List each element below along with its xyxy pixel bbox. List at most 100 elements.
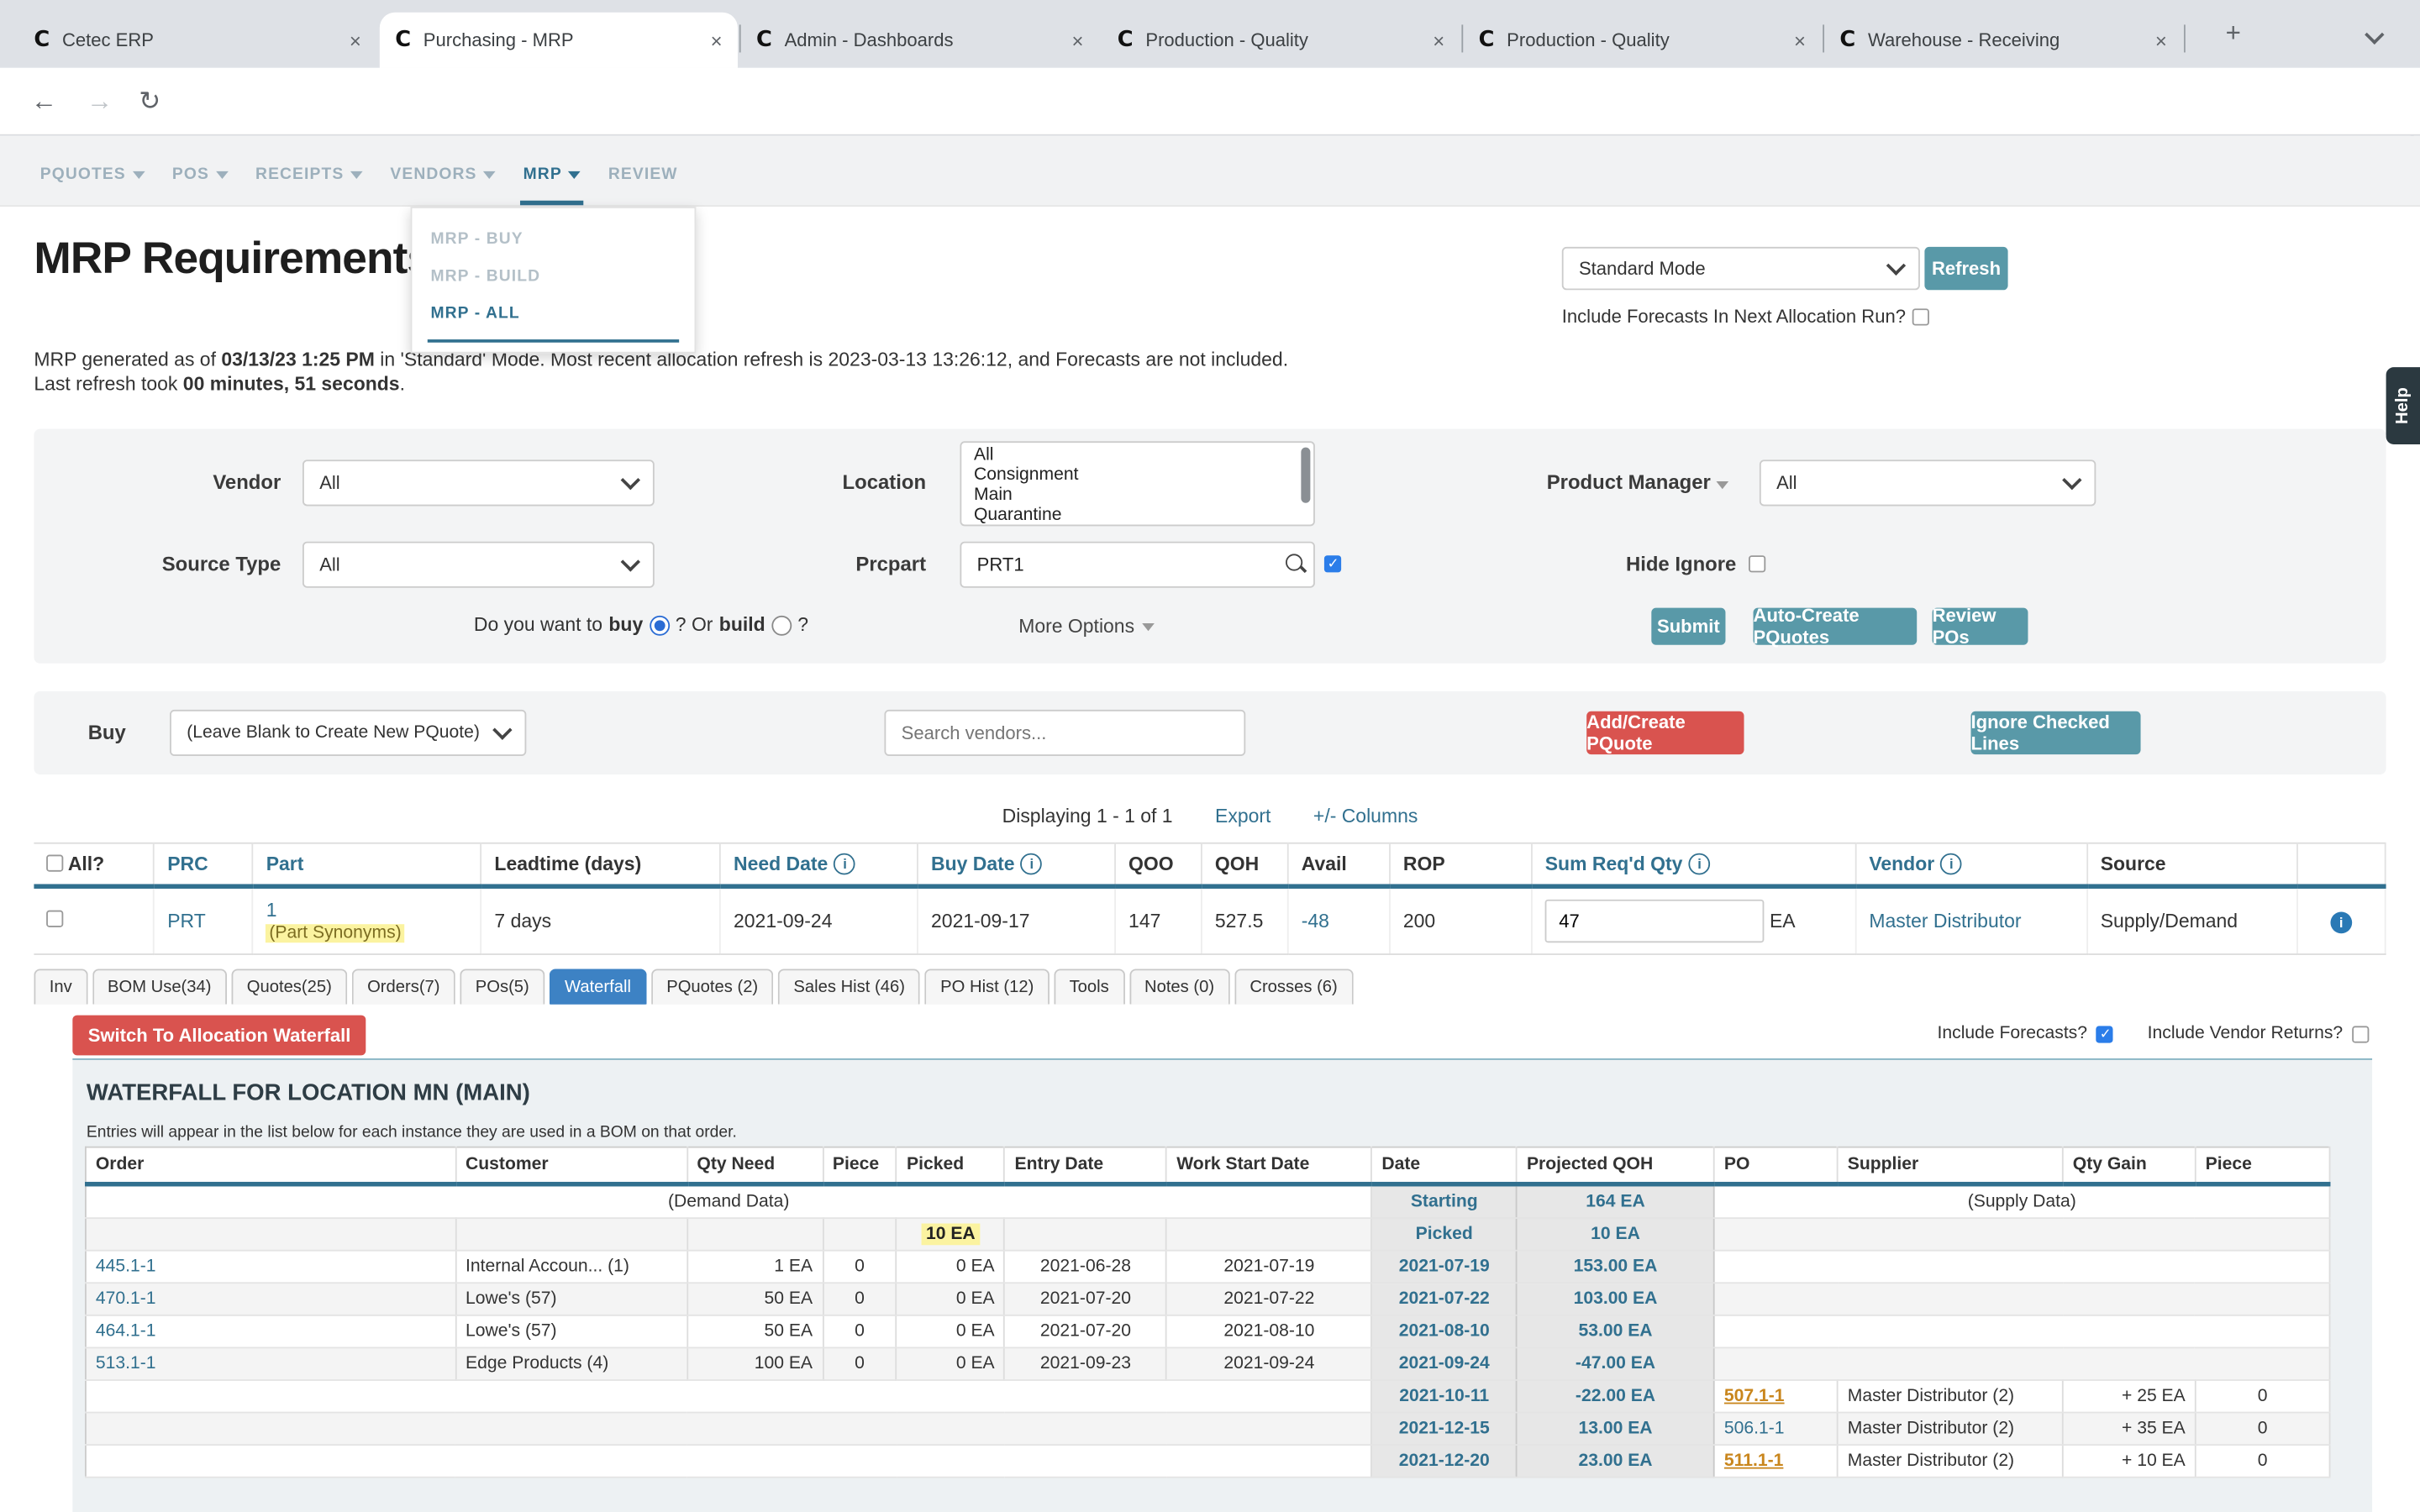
po-link[interactable]: 511.1-1 [1724, 1452, 1783, 1470]
buy-date-header[interactable]: Buy Datei [918, 843, 1115, 886]
tab-po-hist[interactable]: PO Hist (12) [925, 969, 1050, 1004]
info-icon[interactable]: i [834, 853, 856, 875]
nav-pos[interactable]: POS [169, 165, 230, 206]
tab-crosses[interactable]: Crosses (6) [1234, 969, 1353, 1004]
columns-link[interactable]: +/- Columns [1313, 806, 1418, 827]
location-scrollbar-thumb[interactable] [1301, 448, 1310, 503]
tab-orders[interactable]: Orders(7) [352, 969, 455, 1004]
auto-create-pquotes-button[interactable]: Auto-Create PQuotes [1754, 608, 1918, 645]
order-link[interactable]: 513.1-1 [96, 1355, 156, 1373]
tab-close-icon[interactable]: × [1433, 29, 1444, 52]
browser-tab[interactable]: C Warehouse - Receiving × [1824, 13, 2182, 68]
nav-mrp[interactable]: MRP [520, 165, 584, 206]
prc-link[interactable]: PRT [167, 911, 206, 932]
tab-pquotes[interactable]: PQuotes (2) [651, 969, 774, 1004]
browser-tab[interactable]: C Production - Quality × [1463, 13, 1821, 68]
sum-req-qty-input[interactable] [1545, 900, 1765, 942]
tab-close-icon[interactable]: × [350, 29, 361, 52]
browser-tab[interactable]: C Cetec ERP × [18, 13, 376, 68]
tab-close-icon[interactable]: × [1071, 29, 1083, 52]
tab-close-icon[interactable]: × [2155, 29, 2167, 52]
reload-icon[interactable]: ↻ [139, 87, 160, 118]
add-create-pquote-button[interactable]: Add/Create PQuote [1586, 711, 1744, 754]
browser-tab-active[interactable]: C Purchasing - MRP × [380, 13, 738, 68]
hide-ignore-checkbox[interactable] [1749, 555, 1765, 572]
product-manager-select[interactable]: All [1760, 459, 2096, 506]
tab-search-chevron-icon[interactable] [2368, 22, 2382, 50]
tab-inv[interactable]: Inv [34, 969, 87, 1004]
leadtime-cell: 7 days [481, 886, 721, 954]
order-link[interactable]: 445.1-1 [96, 1257, 156, 1276]
nav-pquotes[interactable]: PQUOTES [37, 165, 147, 206]
po-link[interactable]: 506.1-1 [1724, 1420, 1785, 1438]
order-link[interactable]: 464.1-1 [96, 1322, 156, 1341]
menu-item-mrp-all[interactable]: MRP - ALL [412, 295, 694, 332]
mode-select[interactable]: Standard Mode [1562, 247, 1920, 290]
switch-allocation-waterfall-button[interactable]: Switch To Allocation Waterfall [72, 1016, 366, 1056]
vendor-select[interactable]: All [302, 459, 655, 506]
displaying-count: Displaying 1 - 1 of 1 [1002, 806, 1173, 827]
po-link[interactable]: 507.1-1 [1724, 1387, 1785, 1405]
prc-header[interactable]: PRC [155, 843, 253, 886]
sum-req-qty-header[interactable]: Sum Req'd Qtyi [1532, 843, 1856, 886]
menu-item-mrp-build[interactable]: MRP - BUILD [412, 258, 694, 295]
refresh-button[interactable]: Refresh [1924, 247, 2007, 290]
tab-bom-use[interactable]: BOM Use(34) [92, 969, 227, 1004]
help-tab[interactable]: Help [2386, 367, 2420, 444]
prcpart-exact-checkbox[interactable] [1324, 555, 1341, 572]
include-forecasts-checkbox[interactable] [2096, 1026, 2113, 1042]
tab-tools[interactable]: Tools [1054, 969, 1124, 1004]
new-tab-button[interactable]: + [2226, 18, 2241, 50]
info-icon[interactable]: i [1941, 853, 1963, 875]
tab-sales-hist[interactable]: Sales Hist (46) [778, 969, 920, 1004]
row-checkbox[interactable] [46, 911, 63, 927]
tab-waterfall[interactable]: Waterfall [550, 969, 647, 1004]
vendor-link[interactable]: Master Distributor [1869, 911, 2021, 932]
select-all-checkbox[interactable] [46, 855, 63, 872]
buy-radio[interactable] [650, 615, 670, 635]
row-info-icon[interactable]: i [2330, 911, 2352, 933]
build-radio[interactable] [771, 615, 792, 635]
location-multiselect[interactable]: All Consignment Main Quarantine [960, 441, 1314, 526]
location-option[interactable]: Main [974, 486, 1301, 507]
tab-close-icon[interactable]: × [1794, 29, 1806, 52]
export-link[interactable]: Export [1215, 806, 1270, 827]
nav-receipts[interactable]: RECEIPTS [252, 165, 366, 206]
part-synonyms-note[interactable]: (Part Synonyms) [266, 924, 405, 942]
need-date-header[interactable]: Need Datei [720, 843, 918, 886]
tab-pos[interactable]: POs(5) [460, 969, 544, 1004]
browser-tab[interactable]: C Production - Quality × [1102, 13, 1460, 68]
leadtime-header: Leadtime (days) [481, 843, 721, 886]
location-option[interactable]: Quarantine [974, 506, 1301, 526]
source-type-select[interactable]: All [302, 542, 655, 588]
tab-quotes[interactable]: Quotes(25) [231, 969, 347, 1004]
include-vendor-returns-checkbox[interactable] [2352, 1026, 2369, 1042]
info-icon[interactable]: i [1689, 853, 1711, 875]
vendor-header[interactable]: Vendori [1856, 843, 2087, 886]
pquote-select[interactable]: (Leave Blank to Create New PQuote) [170, 710, 526, 756]
forecast-allocation-checkbox[interactable] [1912, 307, 1928, 324]
review-pos-button[interactable]: Review POs [1933, 608, 2028, 645]
location-option[interactable]: All [974, 446, 1301, 466]
avail-link[interactable]: -48 [1302, 911, 1329, 932]
nav-vendors[interactable]: VENDORS [387, 165, 499, 206]
menu-item-mrp-buy[interactable]: MRP - BUY [412, 221, 694, 258]
ignore-checked-lines-button[interactable]: Ignore Checked Lines [1971, 711, 2141, 754]
cetec-favicon: C [395, 28, 411, 52]
back-icon[interactable]: ← [31, 87, 57, 118]
tab-notes[interactable]: Notes (0) [1129, 969, 1230, 1004]
part-link[interactable]: 1 [266, 900, 468, 921]
vendor-search-input[interactable] [884, 710, 1245, 756]
tab-close-icon[interactable]: × [711, 29, 723, 52]
more-options-toggle[interactable]: More Options [1018, 616, 1155, 638]
info-icon[interactable]: i [1021, 853, 1043, 875]
submit-button[interactable]: Submit [1651, 608, 1725, 645]
location-option[interactable]: Consignment [974, 466, 1301, 486]
part-header[interactable]: Part [253, 843, 481, 886]
supplier-cell: Master Distributor (2) [1838, 1380, 2063, 1413]
search-icon[interactable] [1286, 554, 1302, 570]
prcpart-input[interactable] [960, 542, 1314, 588]
order-link[interactable]: 470.1-1 [96, 1290, 156, 1309]
browser-tab[interactable]: C Admin - Dashboards × [741, 13, 1099, 68]
nav-review[interactable]: REVIEW [605, 165, 681, 206]
